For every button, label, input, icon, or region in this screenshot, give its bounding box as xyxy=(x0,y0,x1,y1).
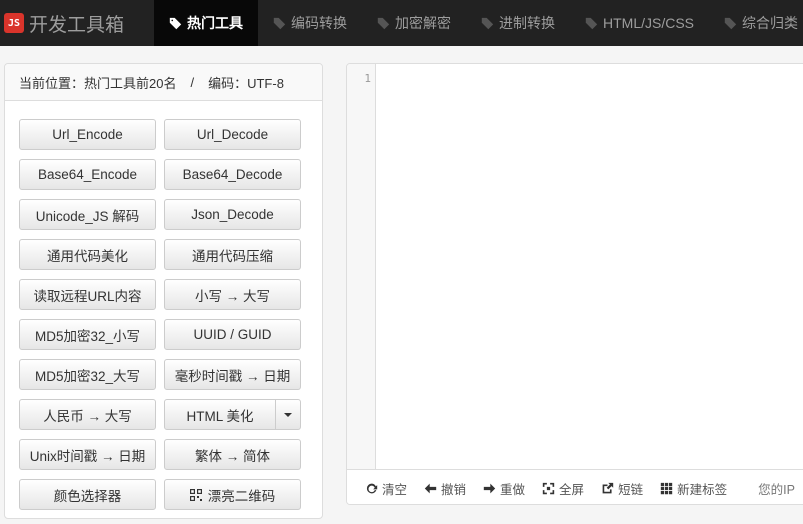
md5-upper-button[interactable]: MD5加密32_大写 xyxy=(19,359,156,390)
new-tab-button[interactable]: 新建标签 xyxy=(660,479,727,498)
nav-item-encoding[interactable]: 编码转换 xyxy=(258,0,362,46)
tool-label: 全屏 xyxy=(559,482,585,497)
ip-label: 您的IP xyxy=(758,482,795,497)
json-decode-button[interactable]: Json_Decode xyxy=(164,199,301,230)
share-icon xyxy=(602,482,614,493)
nav-label: 热门工具 xyxy=(187,15,243,31)
qrcode-icon xyxy=(189,488,202,501)
color-picker-button[interactable]: 颜色选择器 xyxy=(19,479,156,510)
js-logo-icon: JS xyxy=(4,13,24,33)
top-navbar: JS 开发工具箱 热门工具 编码转换 加密解密 进制转换 HTML/JS/CSS… xyxy=(0,0,803,46)
base64-encode-button[interactable]: Base64_Encode xyxy=(19,159,156,190)
undo-button[interactable]: 撤销 xyxy=(424,479,466,498)
tool-label: 短链 xyxy=(618,482,644,497)
code-minify-button[interactable]: 通用代码压缩 xyxy=(164,239,301,270)
tag-icon xyxy=(377,17,390,29)
tools-panel: 当前位置：热门工具前20名 / 编码：UTF-8 Url_Encode Url_… xyxy=(4,63,323,519)
code-beautify-button[interactable]: 通用代码美化 xyxy=(19,239,156,270)
nav-label: 进制转换 xyxy=(499,15,555,31)
qrcode-button[interactable]: 漂亮二维码 xyxy=(164,479,301,510)
tag-icon xyxy=(585,17,598,29)
code-editor[interactable]: 1 清空 撤销 重做 全屏 短链 新建标签 您的IP xyxy=(346,63,803,505)
url-encode-button[interactable]: Url_Encode xyxy=(19,119,156,150)
nav-label: HTML/JS/CSS xyxy=(603,15,695,31)
breadcrumb: 当前位置：热门工具前20名 / 编码：UTF-8 xyxy=(5,64,322,101)
fullscreen-icon xyxy=(542,482,555,494)
encoding-text: 编码：UTF-8 xyxy=(208,75,284,91)
rmb-to-upper-button[interactable]: 人民币 → 大写 xyxy=(19,399,156,430)
tool-label: 重做 xyxy=(500,482,526,497)
tag-icon xyxy=(481,17,494,29)
line-number: 1 xyxy=(364,72,371,85)
short-link-button[interactable]: 短链 xyxy=(601,479,643,498)
qrcode-label: 漂亮二维码 xyxy=(207,488,276,504)
unicode-js-decode-button[interactable]: Unicode_JS 解码 xyxy=(19,199,156,230)
caret-down-icon xyxy=(284,412,292,417)
lower-to-upper-button[interactable]: 小写 → 大写 xyxy=(164,279,301,310)
read-remote-url-button[interactable]: 读取远程URL内容 xyxy=(19,279,156,310)
grid-icon xyxy=(660,482,673,494)
html-beautify-button[interactable]: HTML 美化 xyxy=(164,399,276,430)
md5-lower-button[interactable]: MD5加密32_小写 xyxy=(19,319,156,350)
redo-button[interactable]: 重做 xyxy=(483,479,525,498)
fullscreen-button[interactable]: 全屏 xyxy=(542,479,584,498)
tag-icon xyxy=(724,17,737,29)
arrow-right-icon xyxy=(483,483,496,493)
tag-icon xyxy=(273,17,286,29)
nav-label: 加密解密 xyxy=(395,15,451,31)
line-gutter: 1 xyxy=(347,64,376,469)
html-beautify-dropdown-toggle[interactable] xyxy=(275,399,301,430)
html-beautify-split-button: HTML 美化 xyxy=(164,399,301,430)
editor-toolbar: 清空 撤销 重做 全屏 短链 新建标签 您的IP xyxy=(347,469,803,504)
tag-icon xyxy=(169,17,182,29)
nav-label: 综合归类 xyxy=(742,15,799,31)
nav-item-crypto[interactable]: 加密解密 xyxy=(362,0,466,46)
nav-item-hot-tools[interactable]: 热门工具 xyxy=(154,0,258,46)
arrow-left-icon xyxy=(424,483,437,493)
unix-timestamp-to-date-button[interactable]: Unix时间戳 → 日期 xyxy=(19,439,156,470)
base64-decode-button[interactable]: Base64_Decode xyxy=(164,159,301,190)
ms-timestamp-to-date-button[interactable]: 毫秒时间戳 → 日期 xyxy=(164,359,301,390)
refresh-icon xyxy=(366,483,378,493)
tool-label: 清空 xyxy=(382,482,408,497)
tool-label: 新建标签 xyxy=(677,482,728,497)
clear-button[interactable]: 清空 xyxy=(365,479,407,498)
url-decode-button[interactable]: Url_Decode xyxy=(164,119,301,150)
breadcrumb-separator: / xyxy=(190,74,195,90)
tool-label: 撤销 xyxy=(441,482,467,497)
main-nav: 热门工具 编码转换 加密解密 进制转换 HTML/JS/CSS 综合归类 xyxy=(154,0,803,46)
nav-item-radix[interactable]: 进制转换 xyxy=(466,0,570,46)
location-text: 当前位置：热门工具前20名 xyxy=(19,75,177,91)
brand-title: 开发工具箱 xyxy=(29,13,125,36)
uuid-guid-button[interactable]: UUID / GUID xyxy=(164,319,301,350)
traditional-to-simplified-button[interactable]: 繁体 → 简体 xyxy=(164,439,301,470)
nav-item-html-js-css[interactable]: HTML/JS/CSS xyxy=(570,0,709,46)
nav-item-misc[interactable]: 综合归类 xyxy=(709,0,803,46)
brand[interactable]: JS 开发工具箱 xyxy=(4,0,124,46)
nav-label: 编码转换 xyxy=(291,15,347,31)
